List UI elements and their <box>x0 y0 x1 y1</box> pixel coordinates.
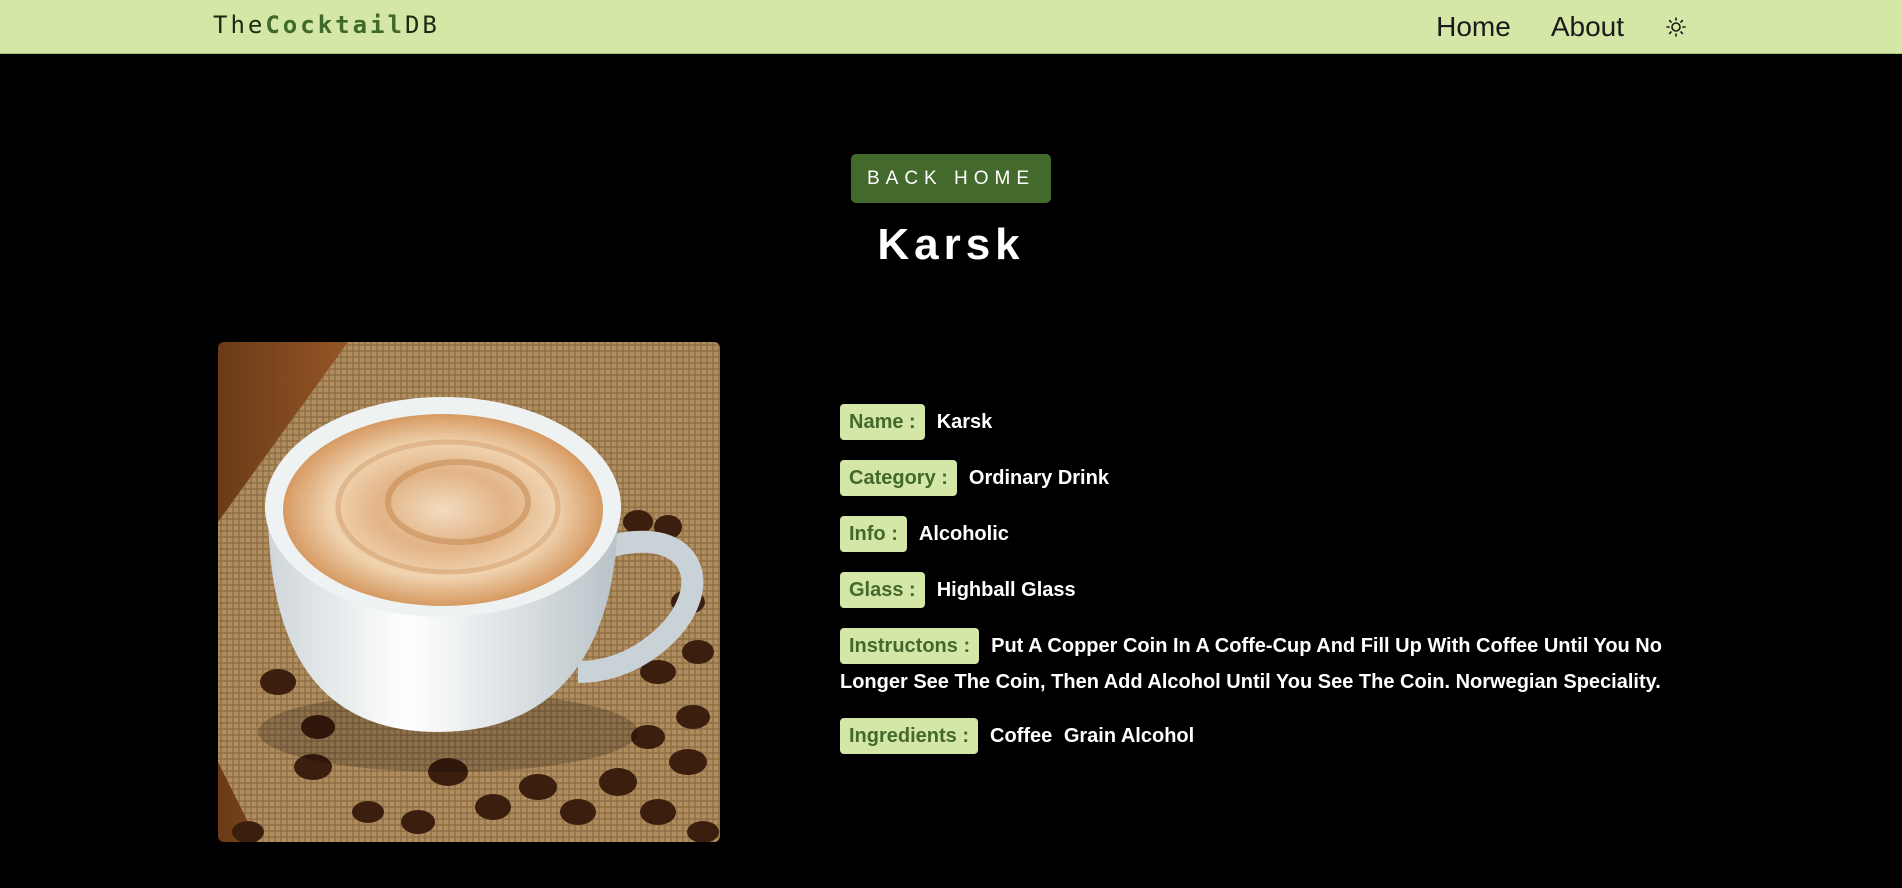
logo-strong: Cocktail <box>265 11 405 39</box>
logo-suffix: DB <box>404 11 440 39</box>
category-label: Category : <box>840 460 957 496</box>
coffee-cup-illustration <box>218 342 720 842</box>
drink-image <box>218 342 720 842</box>
glass-label: Glass : <box>840 572 925 608</box>
theme-toggle-button[interactable] <box>1664 15 1688 39</box>
info-row-glass: Glass : Highball Glass <box>840 572 1690 608</box>
info-value: Alcoholic <box>918 523 1009 545</box>
drink-info: Name : Karsk Category : Ordinary Drink Inf… <box>840 404 1690 774</box>
page-title: Karsk <box>877 220 1025 269</box>
logo-prefix: The <box>213 11 266 39</box>
info-label: Info : <box>840 516 907 552</box>
ingredients-label: Ingredients : <box>840 718 979 754</box>
name-label: Name : <box>840 404 925 440</box>
sun-icon <box>1666 17 1686 37</box>
info-row-name: Name : Karsk <box>840 404 1690 440</box>
nav-link-about[interactable]: About <box>1551 11 1624 43</box>
navbar: TheCocktailDB Home About <box>0 0 1902 54</box>
ingredient-item: Grain Alcohol <box>1063 725 1195 747</box>
nav-link-home[interactable]: Home <box>1436 11 1511 43</box>
info-row-info: Info : Alcoholic <box>840 516 1690 552</box>
category-value: Ordinary Drink <box>968 467 1109 489</box>
ingredient-item: Coffee <box>990 725 1053 747</box>
nav-links: Home About <box>1436 0 1688 54</box>
info-row-category: Category : Ordinary Drink <box>840 460 1690 496</box>
site-logo[interactable]: TheCocktailDB <box>213 11 440 39</box>
back-home-button[interactable]: BACK HOME <box>851 154 1051 203</box>
glass-value: Highball Glass <box>936 579 1076 601</box>
info-row-ingredients: Ingredients : Coffee Grain Alcohol <box>840 718 1690 754</box>
name-value: Karsk <box>936 411 993 433</box>
info-row-instructions: Instructons : Put A Copper Coin In A Coff… <box>840 628 1690 700</box>
instructions-label: Instructons : <box>840 628 980 664</box>
